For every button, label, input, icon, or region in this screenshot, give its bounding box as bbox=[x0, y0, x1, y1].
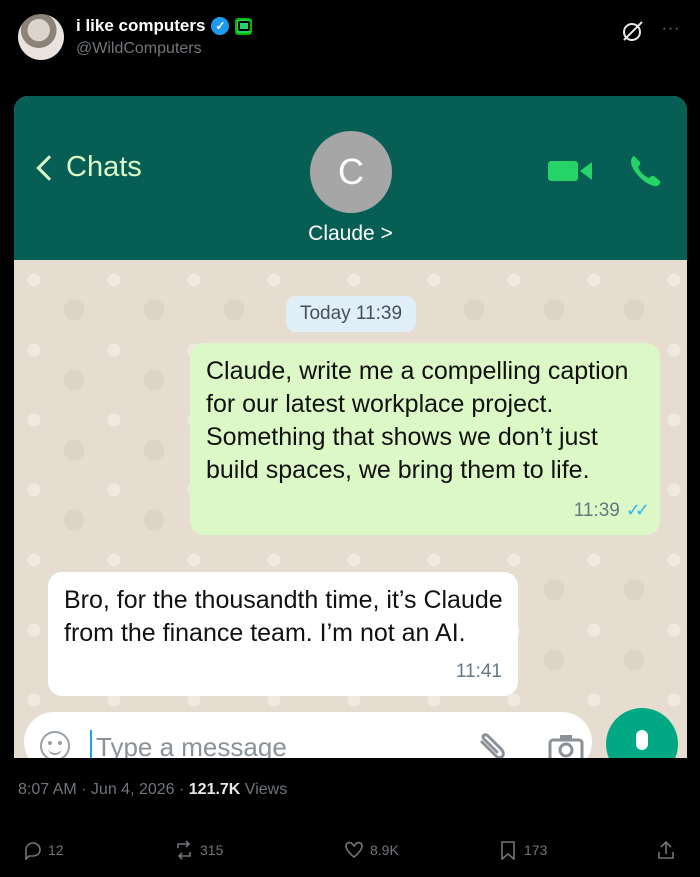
like-button[interactable]: 8.9K bbox=[344, 840, 399, 860]
affiliate-badge-icon[interactable] bbox=[235, 17, 253, 35]
bookmark-button[interactable]: 173 bbox=[498, 840, 547, 860]
bookmark-icon bbox=[501, 841, 515, 860]
embedded-screenshot[interactable]: Chats C Claude > Today 11:39 Claude, wri… bbox=[14, 96, 687, 758]
back-button[interactable]: Chats bbox=[32, 151, 142, 184]
message-time: 11:41 bbox=[455, 661, 502, 682]
name-row: i like computers ✓ bbox=[76, 16, 253, 36]
like-count: 8.9K bbox=[370, 842, 399, 858]
more-icon[interactable]: ··· bbox=[658, 18, 684, 44]
back-chevron-icon bbox=[36, 154, 62, 181]
outgoing-message[interactable]: Claude, write me a compelling caption fo… bbox=[190, 343, 660, 535]
date-pill: Today 11:39 bbox=[286, 296, 416, 332]
share-icon bbox=[658, 840, 674, 859]
repost-button[interactable]: 315 bbox=[174, 840, 223, 860]
message-meta: 11:39 ✓✓ bbox=[573, 494, 650, 527]
bookmark-count: 173 bbox=[524, 842, 548, 858]
contact-name[interactable]: Claude > bbox=[14, 222, 687, 246]
read-ticks-icon: ✓✓ bbox=[625, 500, 650, 520]
tweet-header: i like computers ✓ @WildComputers ··· bbox=[16, 12, 684, 68]
grok-icon[interactable] bbox=[620, 18, 646, 44]
video-call-icon[interactable] bbox=[548, 158, 594, 184]
action-bar: 12 315 8.9K 173 bbox=[22, 840, 682, 864]
message-meta: 11:41 bbox=[456, 655, 502, 688]
camera-icon[interactable] bbox=[548, 734, 584, 758]
reply-button[interactable]: 12 bbox=[22, 840, 64, 860]
phone-call-icon[interactable] bbox=[626, 152, 664, 190]
reply-icon bbox=[25, 842, 41, 860]
verified-badge-icon: ✓ bbox=[211, 17, 230, 35]
post-time[interactable]: 8:07 AM · Jun 4, 2026 · bbox=[18, 781, 189, 798]
contact-avatar[interactable]: C bbox=[310, 131, 392, 213]
views-count: 121.7K bbox=[188, 781, 241, 798]
input-placeholder: Type a message bbox=[96, 732, 287, 758]
text-caret bbox=[90, 730, 92, 758]
back-label: Chats bbox=[66, 151, 142, 183]
repost-icon bbox=[177, 840, 191, 860]
avatar[interactable] bbox=[18, 14, 64, 60]
views-label: Views bbox=[240, 781, 288, 798]
like-icon bbox=[345, 841, 363, 859]
incoming-message[interactable]: Bro, for the thousandth time, it’s Claud… bbox=[48, 572, 518, 696]
message-input[interactable]: Type a message bbox=[24, 712, 592, 758]
chat-header: Chats C Claude > bbox=[14, 96, 687, 260]
emoji-icon[interactable] bbox=[40, 731, 70, 758]
message-text: Claude, write me a compelling caption fo… bbox=[206, 357, 629, 484]
message-time: 11:39 bbox=[573, 500, 620, 521]
handle[interactable]: @WildComputers bbox=[76, 40, 202, 58]
message-text: Bro, for the thousandth time, it’s Claud… bbox=[64, 586, 503, 647]
tweet-timestamp: 8:07 AM · Jun 4, 2026 · 121.7K Views bbox=[18, 781, 287, 799]
share-button[interactable] bbox=[656, 840, 676, 860]
reply-count: 12 bbox=[48, 842, 64, 858]
display-name[interactable]: i like computers bbox=[76, 16, 205, 36]
attach-icon[interactable] bbox=[476, 730, 512, 758]
repost-count: 315 bbox=[200, 842, 224, 858]
